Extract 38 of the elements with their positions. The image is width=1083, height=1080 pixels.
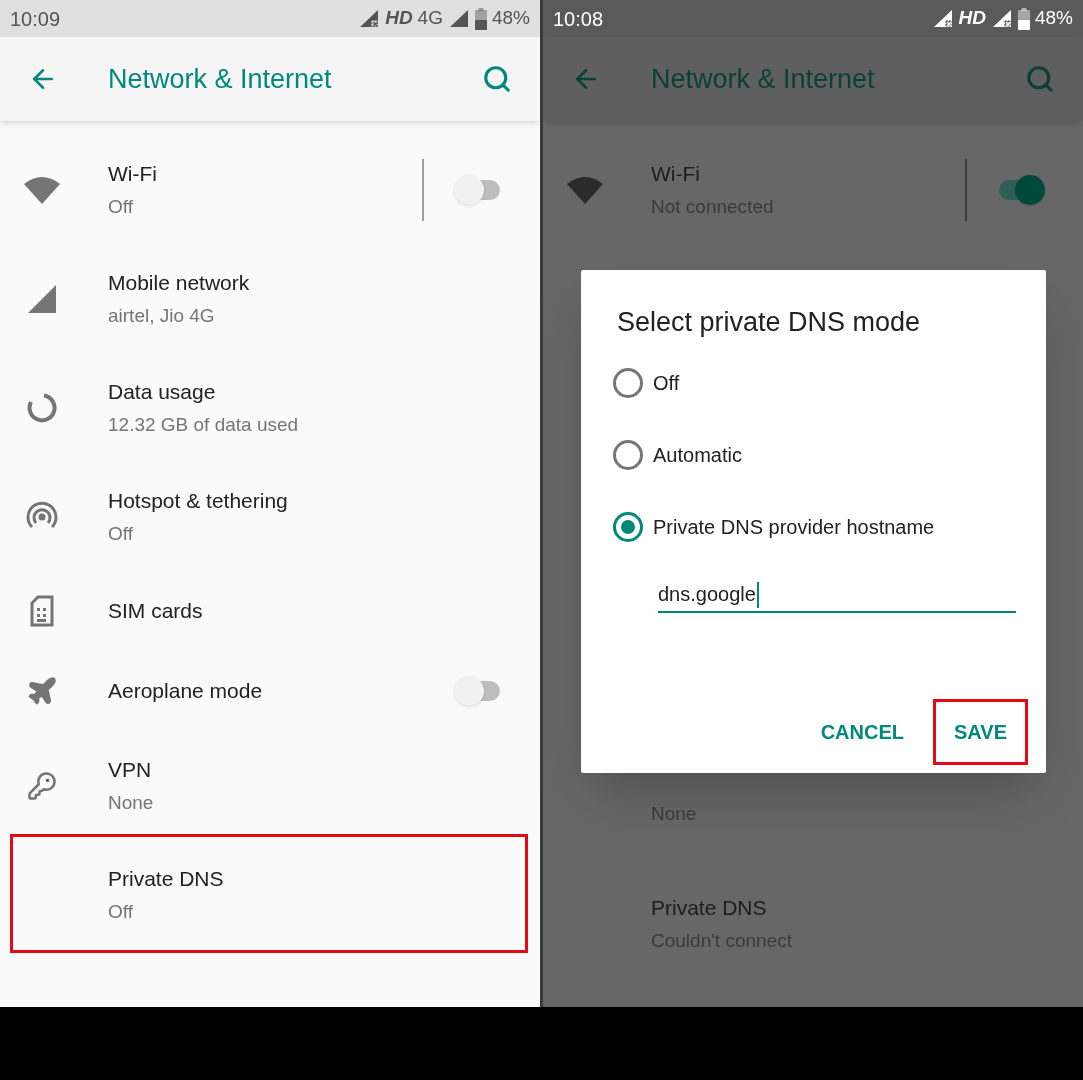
toggle-switch[interactable] <box>997 174 1045 205</box>
status-label: HD <box>958 6 986 31</box>
screen-title: Network & Internet <box>651 62 875 96</box>
status-label: HD <box>385 6 413 31</box>
radio-option[interactable]: Private DNS provider hostname <box>613 508 1046 545</box>
settings-item[interactable]: Data usage 12.32 GB of data used <box>108 375 299 440</box>
plane-icon <box>26 675 58 707</box>
toggle-switch[interactable] <box>454 174 502 205</box>
key-icon <box>27 770 57 801</box>
status-label: 4G <box>417 6 443 31</box>
search-icon[interactable] <box>1025 64 1055 94</box>
signal-icon <box>28 284 56 313</box>
data-usage-icon <box>27 392 57 423</box>
status-label: 48% <box>1034 6 1073 31</box>
status-label: 48% <box>491 6 530 31</box>
battery-icon <box>474 7 487 30</box>
settings-item[interactable]: Mobile network airtel, Jio 4G <box>108 266 250 331</box>
status-time: 10:09 <box>10 6 61 32</box>
dialog-title: Select private DNS mode <box>617 306 922 339</box>
settings-item[interactable]: SIM cards <box>108 595 203 627</box>
toggle-switch[interactable] <box>454 676 502 706</box>
settings-item[interactable]: Hotspot & tethering Off <box>108 484 288 549</box>
wifi-icon <box>567 175 603 204</box>
cancel-button[interactable]: CANCEL <box>799 699 925 765</box>
hostname-field[interactable]: dns.google <box>658 576 1016 613</box>
wifi-icon <box>24 175 60 204</box>
sim-card-icon <box>29 595 55 627</box>
screen-title: Network & Internet <box>108 62 332 96</box>
save-button[interactable]: SAVE <box>933 699 1028 765</box>
settings-item[interactable]: VPN None <box>108 753 154 818</box>
settings-item[interactable]: Wi-Fi Off <box>108 157 157 222</box>
settings-item[interactable]: Aeroplane mode <box>108 675 263 707</box>
status-time: 10:08 <box>553 6 604 32</box>
settings-item[interactable]: Private DNS Off <box>108 862 224 927</box>
radio-option[interactable]: Off <box>613 364 1046 401</box>
battery-icon <box>1017 7 1030 30</box>
search-icon[interactable] <box>482 64 512 94</box>
radio-option[interactable]: Automatic <box>613 436 1046 473</box>
